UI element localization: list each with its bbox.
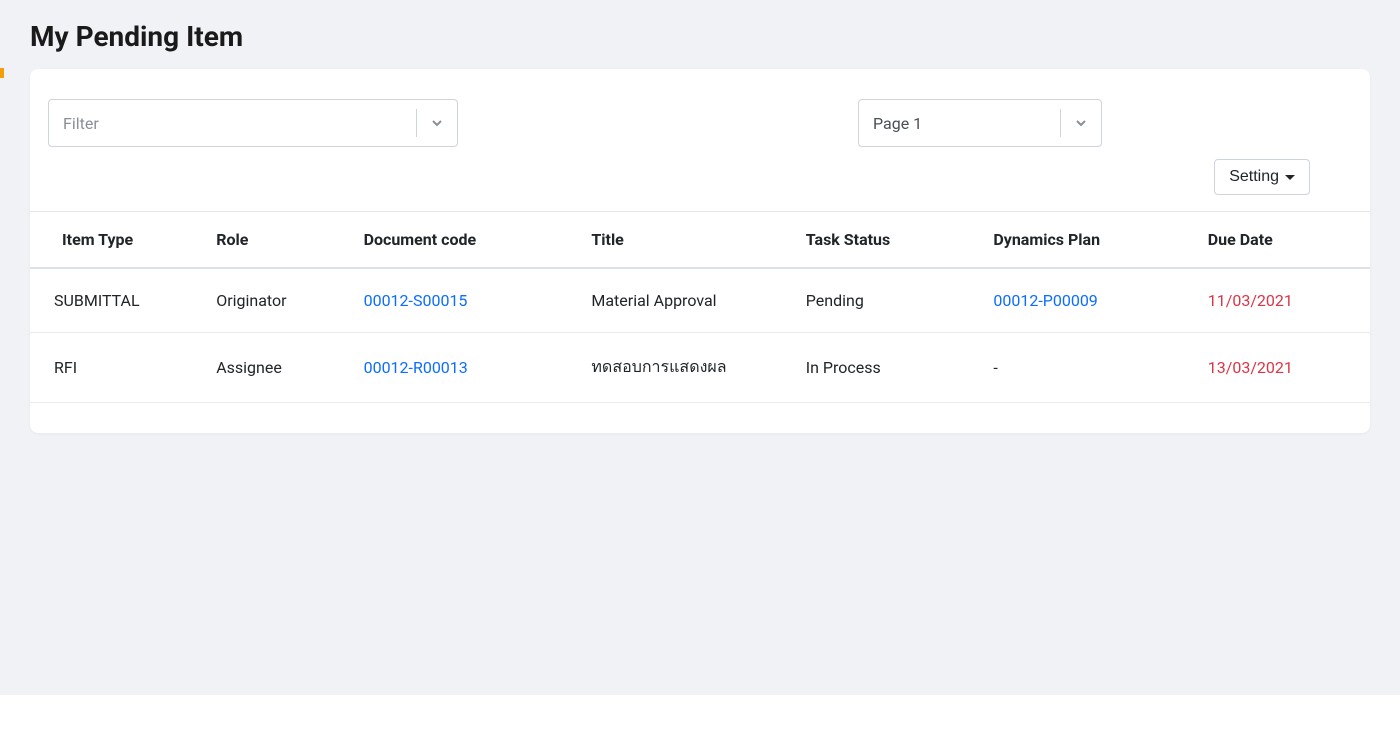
table-row: RFIAssignee 00012-R00013 ทดสอบการแสดงผลIn … [30, 333, 1370, 403]
header-title: Title [579, 212, 793, 269]
cell-document-code: 00012-R00013 [352, 333, 580, 403]
cell-dynamics-plan: 00012-P00009 [981, 268, 1195, 333]
header-item-type: Item Type [30, 212, 204, 269]
header-due-date: Due Date [1196, 212, 1370, 269]
dynamics-plan-link[interactable]: 00012-P00009 [993, 291, 1097, 310]
due-date-value: 11/03/2021 [1208, 291, 1293, 310]
cell-role: Originator [204, 268, 351, 333]
cell-due-date: 13/03/2021 [1196, 333, 1370, 403]
cell-item-type: SUBMITTAL [30, 268, 204, 333]
header-role: Role [204, 212, 351, 269]
cell-role: Assignee [204, 333, 351, 403]
header-dynamics-plan: Dynamics Plan [981, 212, 1195, 269]
cell-title: ทดสอบการแสดงผล [579, 333, 793, 403]
controls-row: Filter Page 1 [30, 99, 1370, 147]
controls-right: Page 1 [498, 99, 1352, 147]
pending-items-table: Item Type Role Document code Title Task … [30, 211, 1370, 403]
setting-row: Setting [30, 159, 1370, 195]
footer-area [0, 695, 1400, 750]
setting-button-label: Setting [1229, 168, 1279, 186]
table-header-row: Item Type Role Document code Title Task … [30, 212, 1370, 269]
cell-task-status: Pending [794, 268, 982, 333]
cell-task-status: In Process [794, 333, 982, 403]
cell-due-date: 11/03/2021 [1196, 268, 1370, 333]
chevron-down-icon [1061, 117, 1101, 129]
controls-left: Filter [48, 99, 458, 147]
chevron-down-icon [417, 117, 457, 129]
filter-select[interactable]: Filter [48, 99, 458, 147]
cell-title: Material Approval [579, 268, 793, 333]
page-select[interactable]: Page 1 [858, 99, 1102, 147]
header-document-code: Document code [352, 212, 580, 269]
page-select-value: Page 1 [859, 114, 1060, 133]
document-code-link[interactable]: 00012-R00013 [364, 358, 468, 377]
table-row: SUBMITTALOriginator 00012-S00015 Material … [30, 268, 1370, 333]
setting-button[interactable]: Setting [1214, 159, 1310, 195]
filter-placeholder: Filter [49, 114, 416, 133]
document-code-link[interactable]: 00012-S00015 [364, 291, 468, 310]
header-task-status: Task Status [794, 212, 982, 269]
due-date-value: 13/03/2021 [1208, 358, 1293, 377]
cell-item-type: RFI [30, 333, 204, 403]
cell-dynamics-plan: - [981, 333, 1195, 403]
page-title: My Pending Item [30, 20, 1370, 53]
cell-document-code: 00012-S00015 [352, 268, 580, 333]
page-container: My Pending Item Filter Page 1 [0, 0, 1400, 433]
caret-down-icon [1285, 175, 1295, 180]
accent-bar [0, 68, 4, 78]
card: Filter Page 1 Setting [30, 69, 1370, 433]
